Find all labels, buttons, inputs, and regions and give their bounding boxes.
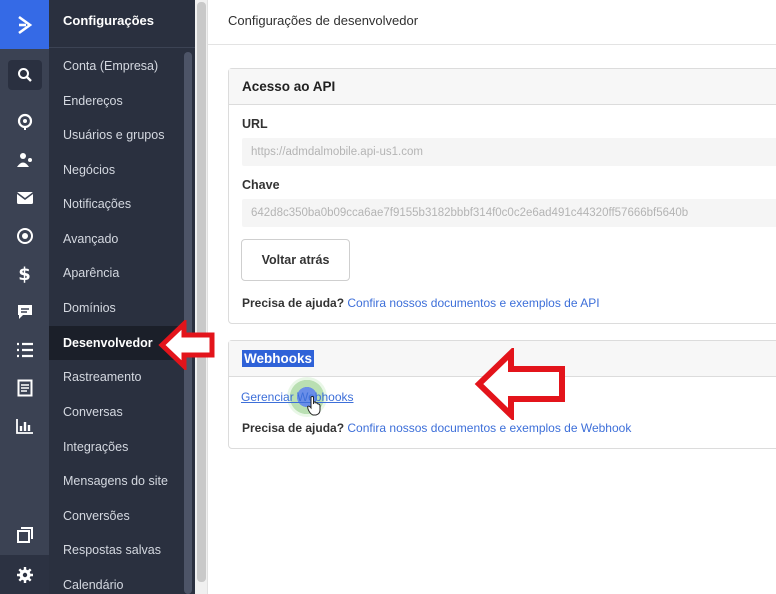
sidebar-item-calendario[interactable]: Calendário [49, 568, 185, 594]
search-icon [7, 60, 42, 90]
pin-icon[interactable] [0, 105, 49, 139]
sidebar-item-notificacoes[interactable]: Notificações [49, 187, 185, 221]
url-label: URL [242, 117, 268, 131]
annotation-arrow-left-webhooks [474, 348, 565, 420]
manage-webhooks-link[interactable]: Gerenciar Webhooks [241, 390, 354, 404]
chat-icon[interactable] [0, 295, 49, 329]
sidebar-title: Configurações [63, 13, 155, 28]
windows-icon[interactable] [0, 518, 49, 552]
chart-icon[interactable] [0, 409, 49, 443]
sidebar-item-conta[interactable]: Conta (Empresa) [49, 49, 185, 83]
sidebar-item-usuarios[interactable]: Usuários e grupos [49, 118, 185, 152]
api-access-card: Acesso ao API URL https://admdalmobile.a… [228, 68, 776, 324]
sidebar-item-negocios[interactable]: Negócios [49, 153, 185, 187]
webhook-docs-link[interactable]: Confira nossos documentos e exemplos de … [347, 421, 631, 435]
api-docs-link[interactable]: Confira nossos documentos e exemplos de … [347, 296, 599, 310]
url-field[interactable]: https://admdalmobile.api-us1.com [242, 138, 776, 166]
page-scrollbar[interactable] [197, 2, 206, 582]
api-card-title: Acesso ao API [229, 69, 776, 105]
sidebar-item-respostas-salvas[interactable]: Respostas salvas [49, 533, 185, 567]
settings-sidebar: Configurações Conta (Empresa) Endereços … [49, 0, 195, 594]
page-title: Configurações de desenvolvedor [228, 13, 419, 28]
gear-icon[interactable] [0, 555, 49, 594]
back-button[interactable]: Voltar atrás [241, 239, 350, 281]
sidebar-item-conversoes[interactable]: Conversões [49, 499, 185, 533]
sidebar-item-avancado[interactable]: Avançado [49, 222, 185, 256]
sidebar-item-mensagens-do-site[interactable]: Mensagens do site [49, 464, 185, 498]
sidebar-item-aparencia[interactable]: Aparência [49, 256, 185, 290]
document-icon[interactable] [0, 371, 49, 405]
sidebar-item-integracoes[interactable]: Integrações [49, 430, 185, 464]
mail-icon[interactable] [0, 181, 49, 215]
webhook-help-text: Precisa de ajuda? Confira nossos documen… [242, 421, 631, 435]
page-header: Configurações de desenvolvedor [208, 0, 776, 45]
icon-rail: $ [0, 0, 49, 594]
search-button[interactable] [0, 58, 49, 92]
hand-cursor-icon [307, 396, 321, 416]
sidebar-item-enderecos[interactable]: Endereços [49, 84, 185, 118]
webhooks-card-title: Webhooks [242, 350, 315, 367]
api-key-field[interactable]: 642d8c350ba0b09cca6ae7f9155b3182bbbf314f… [242, 199, 776, 227]
api-card-title-text: Acesso ao API [242, 79, 336, 94]
contacts-icon[interactable] [0, 143, 49, 177]
annotation-arrow-left-sidebar [158, 320, 215, 370]
dollar-icon[interactable]: $ [0, 257, 49, 291]
api-help-prefix: Precisa de ajuda? [242, 296, 345, 310]
key-label: Chave [242, 178, 280, 192]
logo-chevron-icon[interactable] [0, 0, 49, 49]
api-help-text: Precisa de ajuda? Confira nossos documen… [242, 296, 600, 310]
target-icon[interactable] [0, 219, 49, 253]
sidebar-item-conversas[interactable]: Conversas [49, 395, 185, 429]
sidebar-divider [49, 47, 195, 48]
list-icon[interactable] [0, 333, 49, 367]
webhook-help-prefix: Precisa de ajuda? [242, 421, 345, 435]
